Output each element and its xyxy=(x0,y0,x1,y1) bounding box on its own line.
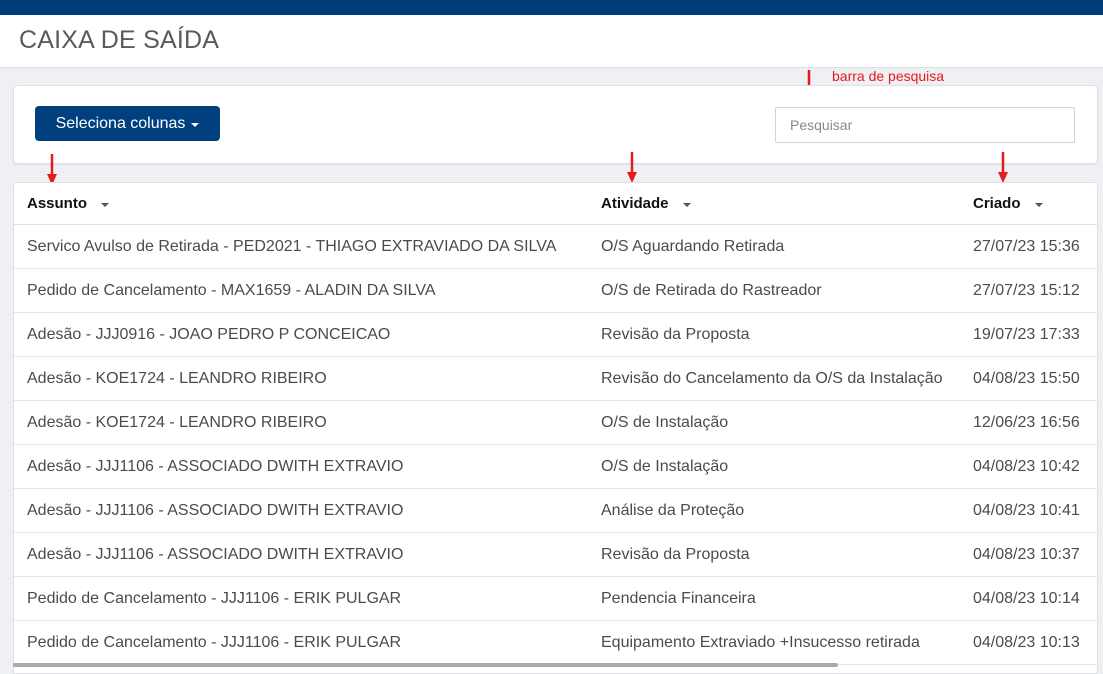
cell-criado: 04/08/23 10:42 xyxy=(963,444,1097,489)
column-header-criado[interactable]: Criado xyxy=(963,183,1097,225)
page-title: CAIXA DE SAÍDA xyxy=(19,26,220,54)
cell-assunto: Servico Avulso de Retirada - PED2021 - T… xyxy=(14,224,588,269)
cell-atividade: Análise da Proteção xyxy=(588,488,963,533)
sort-caret-icon[interactable] xyxy=(101,203,109,208)
cell-atividade: O/S de Retirada do Rastreador xyxy=(588,268,963,313)
cell-assunto: Adesão - KOE1724 - LEANDRO RIBEIRO xyxy=(14,356,588,401)
cell-criado: 04/08/23 10:37 xyxy=(963,532,1097,577)
cell-criado: 12/06/23 16:56 xyxy=(963,400,1097,445)
cell-assunto: Pedido de Cancelamento - JJJ1106 - ERIK … xyxy=(14,576,588,621)
cell-assunto: Pedido de Cancelamento - JJJ1106 - ERIK … xyxy=(14,620,588,665)
table-row[interactable]: Adesão - JJJ1106 - ASSOCIADO DWITH EXTRA… xyxy=(14,532,1097,577)
toolbar-card: Seleciona colunas xyxy=(13,85,1098,164)
cell-atividade: O/S de Instalação xyxy=(588,444,963,489)
cell-assunto: Adesão - JJJ1106 - ASSOCIADO DWITH EXTRA… xyxy=(14,488,588,533)
sort-caret-icon[interactable] xyxy=(1034,203,1043,208)
column-header-assunto[interactable]: Assunto xyxy=(14,183,588,225)
annotation-arrow-atividade-icon xyxy=(627,152,637,183)
cell-criado: 04/08/23 10:41 xyxy=(963,488,1097,533)
page-header: CAIXA DE SAÍDA xyxy=(0,15,1103,68)
table-row[interactable]: Adesão - JJJ1106 - ASSOCIADO DWITH EXTRA… xyxy=(14,444,1097,489)
cell-criado: 04/08/23 10:14 xyxy=(963,576,1097,621)
table-row[interactable]: Pedido de Cancelamento - JJJ1106 - ERIK … xyxy=(14,620,1097,665)
table-row[interactable]: Adesão - JJJ1106 - ASSOCIADO DWITH EXTRA… xyxy=(14,488,1097,533)
cell-criado: 27/07/23 15:36 xyxy=(963,224,1097,269)
cell-assunto: Adesão - JJJ1106 - ASSOCIADO DWITH EXTRA… xyxy=(14,532,588,577)
cell-atividade: Equipamento Extraviado +Insucesso retira… xyxy=(588,620,963,665)
outbox-table-card: Assunto Atividade Criado Servico Avulso … xyxy=(13,182,1098,674)
column-header-label: Atividade xyxy=(601,195,669,212)
cell-atividade: O/S de Instalação xyxy=(588,400,963,445)
annotation-arrow-criado-icon xyxy=(998,152,1008,183)
cell-assunto: Adesão - JJJ0916 - JOAO PEDRO P CONCEICA… xyxy=(14,312,588,357)
table-row[interactable]: Pedido de Cancelamento - MAX1659 - ALADI… xyxy=(14,268,1097,313)
top-bar xyxy=(0,0,1103,15)
caret-down-icon xyxy=(191,122,200,127)
cell-atividade: Revisão da Proposta xyxy=(588,532,963,577)
table-row[interactable]: Adesão - JJJ0916 - JOAO PEDRO P CONCEICA… xyxy=(14,312,1097,357)
sort-caret-icon[interactable] xyxy=(682,203,691,208)
select-columns-button[interactable]: Seleciona colunas xyxy=(35,106,220,141)
search-input[interactable] xyxy=(775,107,1075,143)
column-header-label: Criado xyxy=(973,195,1021,212)
horizontal-scrollbar[interactable] xyxy=(13,663,838,667)
cell-atividade: Revisão do Cancelamento da O/S da Instal… xyxy=(588,356,963,401)
cell-criado: 19/07/23 17:33 xyxy=(963,312,1097,357)
cell-criado: 27/07/23 15:12 xyxy=(963,268,1097,313)
cell-criado: 04/08/23 15:50 xyxy=(963,356,1097,401)
cell-atividade: Revisão da Proposta xyxy=(588,312,963,357)
search-bar-annotation: barra de pesquisa xyxy=(832,68,945,84)
cell-atividade: Pendencia Financeira xyxy=(588,576,963,621)
table-row[interactable]: Adesão - KOE1724 - LEANDRO RIBEIRO Revisã… xyxy=(14,356,1097,401)
cell-assunto: Adesão - KOE1724 - LEANDRO RIBEIRO xyxy=(14,400,588,445)
table-header-row: Assunto Atividade Criado xyxy=(14,183,1097,225)
table-row[interactable]: Servico Avulso de Retirada - PED2021 - T… xyxy=(14,224,1097,269)
cell-criado: 04/08/23 10:13 xyxy=(963,620,1097,665)
select-columns-label: Seleciona colunas xyxy=(55,114,186,132)
table-row[interactable]: Adesão - KOE1724 - LEANDRO RIBEIRO O/S de… xyxy=(14,400,1097,445)
column-header-label: Assunto xyxy=(27,195,87,212)
column-header-atividade[interactable]: Atividade xyxy=(588,183,963,225)
outbox-table: Assunto Atividade Criado Servico Avulso … xyxy=(14,183,1097,665)
table-row[interactable]: Pedido de Cancelamento - JJJ1106 - ERIK … xyxy=(14,576,1097,621)
cell-assunto: Adesão - JJJ1106 - ASSOCIADO DWITH EXTRA… xyxy=(14,444,588,489)
cell-atividade: O/S Aguardando Retirada xyxy=(588,224,963,269)
cell-assunto: Pedido de Cancelamento - MAX1659 - ALADI… xyxy=(14,268,588,313)
